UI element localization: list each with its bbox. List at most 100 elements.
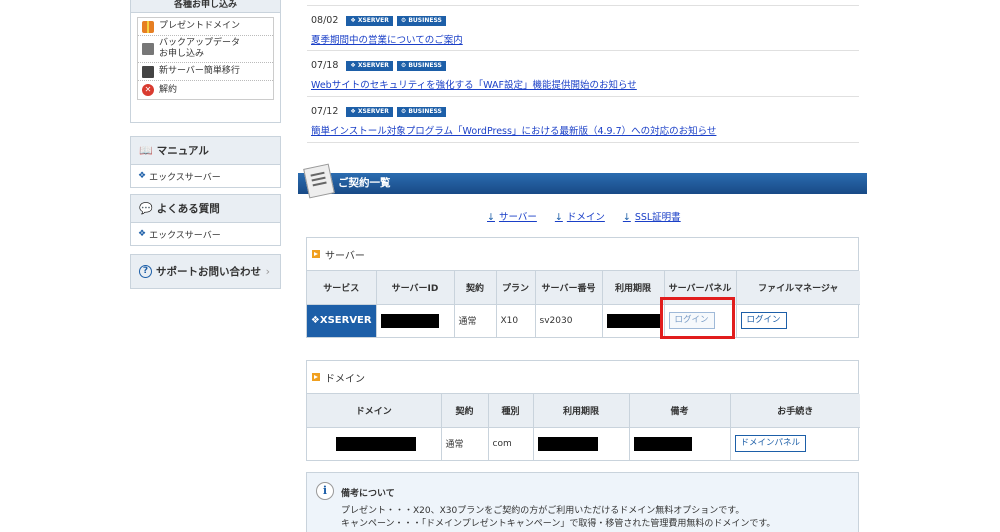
- tag-xserver: ❖ XSERVER: [346, 60, 393, 71]
- apply-item-backup[interactable]: バックアップデータ お申し込み: [138, 36, 273, 63]
- arrow-down-icon: ↓: [622, 212, 631, 223]
- col-header: プラン: [496, 271, 536, 305]
- news-item: 07/12 ❖ XSERVER ⚙ BUSINESS 簡単インストール対象プログ…: [307, 97, 859, 143]
- col-header: 備考: [629, 394, 731, 428]
- apply-item-cancel[interactable]: ✕ 解約: [138, 81, 273, 99]
- table-header-row: サービス サーバーID 契約 プラン サーバー番号 利用期限 サーバーパネル フ…: [307, 271, 860, 305]
- apply-item-migrate[interactable]: 新サーバー簡単移行: [138, 63, 273, 81]
- contract-list-header: ご契約一覧: [298, 173, 867, 194]
- faq-link-xserver[interactable]: ❖ エックスサーバー: [131, 223, 280, 245]
- xserver-diamond-icon: ❖: [138, 171, 147, 181]
- arrow-square-icon: [312, 373, 320, 381]
- table-row: ❖XSERVER 通常 X10 sv2030 ログイン ログイン: [307, 304, 860, 337]
- domain-panel-button[interactable]: ドメインパネル: [734, 435, 807, 453]
- domain-panel-title: ドメイン: [307, 361, 858, 394]
- news-date: 07/18: [311, 60, 339, 71]
- manual-link-label: エックスサーバー: [149, 172, 221, 183]
- contract-cell: 通常: [454, 304, 497, 337]
- support-contact-button[interactable]: ? サポートお問い合わせ ›: [130, 254, 281, 289]
- col-header: サーバー番号: [535, 271, 603, 305]
- tag-business: ⚙ BUSINESS: [396, 60, 446, 71]
- plan-cell: X10: [496, 304, 536, 337]
- news-link[interactable]: 夏季期間中の営業についてのご案内: [311, 32, 463, 46]
- faq-box: 💬 よくある質問 ❖ エックスサーバー: [130, 194, 281, 246]
- col-header: ドメイン: [307, 394, 442, 428]
- col-header: 種別: [488, 394, 534, 428]
- anchor-ssl[interactable]: ↓ SSL証明書: [623, 209, 681, 223]
- apply-item-label: 解約: [159, 84, 178, 95]
- apply-box: 各種お申し込み プレゼントドメイン バックアップデータ お申し込み 新サーバー簡…: [130, 0, 281, 123]
- col-header: サーバーID: [376, 271, 455, 305]
- table-row: 通常 com ドメインパネル: [307, 427, 860, 460]
- anchor-domain[interactable]: ↓ ドメイン: [555, 209, 605, 223]
- domain-panel: ドメイン ドメイン 契約 種別 利用期限 備考 お手続き 通常 com ドメイン…: [306, 360, 860, 461]
- col-header: 利用期限: [533, 394, 630, 428]
- apply-item-label: 新サーバー簡単移行: [159, 66, 240, 76]
- manual-title: 📖 マニュアル: [131, 137, 280, 165]
- highlight-box: [660, 297, 735, 339]
- news-date: 08/02: [311, 15, 339, 26]
- contract-document-icon: [303, 163, 335, 199]
- server-table: サービス サーバーID 契約 プラン サーバー番号 利用期限 サーバーパネル フ…: [307, 271, 860, 337]
- info-icon: i: [316, 482, 334, 500]
- note-title: 備考について: [341, 489, 395, 499]
- contract-anchor-nav: ↓ サーバー ↓ ドメイン ↓ SSL証明書: [487, 209, 681, 223]
- action-cell: ドメインパネル: [730, 427, 860, 460]
- cancel-icon: ✕: [142, 84, 154, 96]
- remarks-note: i 備考について プレゼント・・・X20、X30プランをご契約の方がご利用いただ…: [306, 472, 859, 532]
- tag-business: ⚙ BUSINESS: [396, 15, 446, 26]
- news-date: 07/12: [311, 106, 339, 117]
- arrow-down-icon: ↓: [554, 212, 563, 223]
- table-header-row: ドメイン 契約 種別 利用期限 備考 お手続き: [307, 394, 860, 428]
- server-migrate-icon: [142, 65, 154, 78]
- redacted-block: [606, 313, 661, 328]
- speech-bubble-icon: 💬: [139, 202, 153, 215]
- news-item: 07/18 ❖ XSERVER ⚙ BUSINESS Webサイトのセキュリティ…: [307, 51, 859, 97]
- col-header: サービス: [307, 271, 377, 305]
- server-panel-title: サーバー: [307, 238, 858, 271]
- redacted-block: [537, 436, 598, 451]
- redacted-block: [335, 436, 416, 451]
- news-item: 08/02 ❖ XSERVER ⚙ BUSINESS 夏季期間中の営業についての…: [307, 5, 859, 51]
- question-icon: ?: [139, 265, 152, 278]
- domain-cell: [307, 427, 442, 460]
- file-manager-login-button[interactable]: ログイン: [740, 312, 787, 330]
- col-header: 契約: [441, 394, 489, 428]
- apply-item-label: プレゼントドメイン: [159, 21, 241, 31]
- book-icon: 📖: [139, 144, 153, 157]
- server-id-cell: [376, 304, 455, 337]
- domain-table: ドメイン 契約 種別 利用期限 備考 お手続き 通常 com ドメインパネル: [307, 394, 860, 460]
- anchor-server[interactable]: ↓ サーバー: [487, 209, 537, 223]
- apply-item-label: バックアップデータ お申し込み: [159, 38, 241, 59]
- backup-icon: [142, 43, 154, 55]
- col-header: 契約: [454, 271, 497, 305]
- note-line: キャンペーン・・・「ドメインプレゼントキャンペーン」で取得・移管された管理費用無…: [341, 519, 776, 529]
- faq-title-label: よくある質問: [156, 203, 220, 215]
- news-link[interactable]: 簡単インストール対象プログラム「WordPress」における最新版（4.9.7）…: [311, 123, 716, 137]
- gift-icon: [142, 20, 154, 33]
- manual-box: 📖 マニュアル ❖ エックスサーバー: [130, 136, 281, 188]
- file-manager-cell: ログイン: [736, 304, 860, 337]
- manual-link-xserver[interactable]: ❖ エックスサーバー: [131, 165, 280, 187]
- redacted-block: [633, 436, 692, 451]
- news-link[interactable]: Webサイトのセキュリティを強化する「WAF設定」機能提供開始のお知らせ: [311, 77, 637, 91]
- xserver-diamond-icon: ❖: [138, 229, 147, 239]
- redacted-block: [380, 313, 439, 328]
- tag-xserver: ❖ XSERVER: [346, 15, 393, 26]
- apply-item-present-domain[interactable]: プレゼントドメイン: [138, 18, 273, 36]
- chevron-right-icon: ›: [265, 265, 270, 278]
- arrow-square-icon: [312, 250, 320, 258]
- faq-link-label: エックスサーバー: [149, 230, 221, 241]
- expiry-cell: [602, 304, 665, 337]
- server-panel: サーバー サービス サーバーID 契約 プラン サーバー番号 利用期限 サーバー…: [306, 237, 860, 338]
- faq-title: 💬 よくある質問: [131, 195, 280, 223]
- type-cell: com: [488, 427, 534, 460]
- col-header: ファイルマネージャ: [736, 271, 860, 305]
- remarks-cell: [629, 427, 731, 460]
- note-line: プレゼント・・・X20、X30プランをご契約の方がご利用いただけるドメイン無料オ…: [341, 506, 745, 516]
- server-number-cell: sv2030: [535, 304, 603, 337]
- arrow-down-icon: ↓: [487, 212, 495, 223]
- apply-title: 各種お申し込み: [131, 0, 280, 13]
- manual-title-label: マニュアル: [156, 145, 209, 157]
- tag-business: ⚙ BUSINESS: [396, 106, 446, 117]
